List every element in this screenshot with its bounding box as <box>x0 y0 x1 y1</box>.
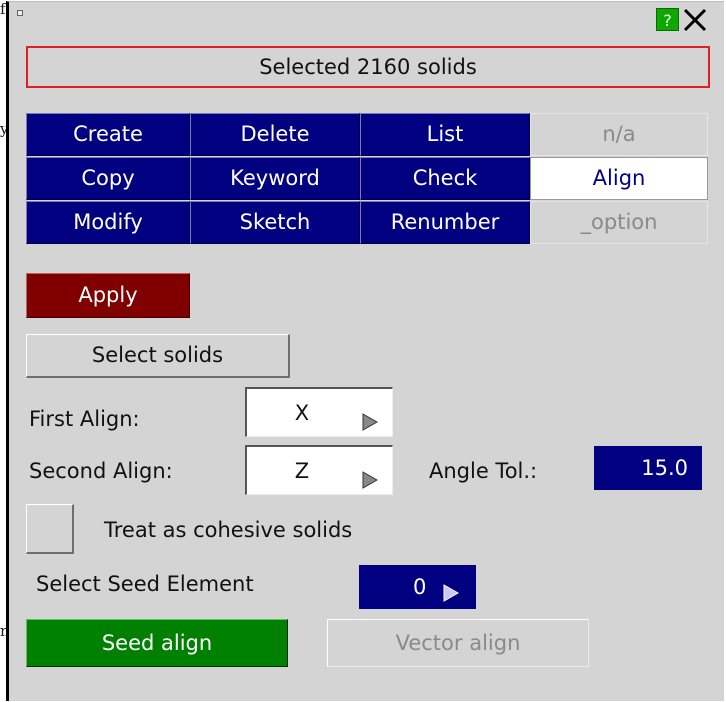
first-align-dropdown[interactable]: X <box>245 387 393 437</box>
apply-button[interactable]: Apply <box>26 273 190 318</box>
dropdown-arrow-icon <box>362 400 379 448</box>
seed-element-label: Select Seed Element <box>36 572 254 596</box>
align-button[interactable]: Align <box>530 157 708 200</box>
sketch-button[interactable]: Sketch <box>190 201 360 244</box>
create-button[interactable]: Create <box>26 113 190 156</box>
window-menu-icon[interactable] <box>17 10 23 16</box>
check-button[interactable]: Check <box>360 157 530 200</box>
na-button[interactable]: n/a <box>530 113 708 156</box>
seed-align-button[interactable]: Seed align <box>26 619 288 667</box>
page: f y n ? Selected 2160 solids Create Dele… <box>0 0 726 702</box>
second-align-label: Second Align: <box>29 459 173 483</box>
modify-button[interactable]: Modify <box>26 201 190 244</box>
cohesive-checkbox[interactable] <box>26 504 74 554</box>
seed-element-value: 0 <box>413 575 427 599</box>
option-button[interactable]: _option <box>530 201 708 244</box>
vector-align-button[interactable]: Vector align <box>327 619 589 667</box>
seed-element-dropdown[interactable]: 0 <box>359 565 476 609</box>
dropdown-arrow-icon <box>443 576 460 614</box>
renumber-button[interactable]: Renumber <box>360 201 530 244</box>
cohesive-label: Treat as cohesive solids <box>104 518 353 542</box>
angle-tol-field[interactable]: 15.0 <box>594 446 702 490</box>
select-solids-button[interactable]: Select solids <box>26 334 290 378</box>
dropdown-arrow-icon <box>362 458 379 506</box>
delete-button[interactable]: Delete <box>190 113 360 156</box>
first-align-label: First Align: <box>29 407 140 431</box>
background-text-fragment: f <box>0 0 6 18</box>
first-align-value: X <box>294 401 310 425</box>
keyword-button[interactable]: Keyword <box>190 157 360 200</box>
align-solids-panel: ? Selected 2160 solids Create Delete Lis… <box>6 1 724 701</box>
second-align-value: Z <box>294 459 310 483</box>
angle-tol-label: Angle Tol.: <box>429 459 538 483</box>
close-icon[interactable] <box>681 6 709 34</box>
selection-status: Selected 2160 solids <box>26 46 710 88</box>
list-button[interactable]: List <box>360 113 530 156</box>
panel-titlebar[interactable]: ? <box>9 2 724 33</box>
second-align-dropdown[interactable]: Z <box>245 445 393 495</box>
help-button[interactable]: ? <box>656 8 679 31</box>
copy-button[interactable]: Copy <box>26 157 190 200</box>
